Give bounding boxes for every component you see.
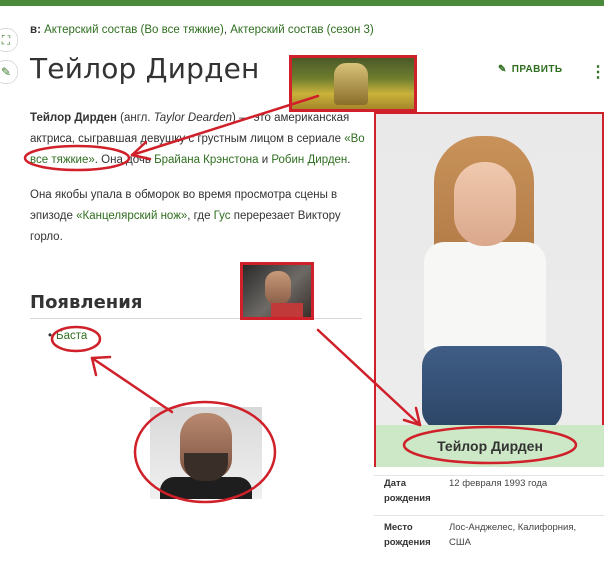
edit-button-label: ПРАВИТЬ: [511, 64, 563, 75]
article-paragraph-1: Тейлор Дирден (англ. Taylor Dearden) — э…: [30, 112, 365, 166]
actor-thumbnail: [240, 262, 314, 320]
infobox-row-birth-place: Место рождения Лос-Анджелес, Калифорния,…: [374, 515, 604, 550]
basta-photo: [150, 407, 262, 499]
categories-prefix: в:: [30, 24, 41, 36]
infobox-value: 12 февраля 1993 года: [449, 478, 548, 489]
list-item: Баста: [48, 330, 87, 342]
annotation-arrowhead-basta: [90, 355, 112, 377]
edit-button[interactable]: ✎ ПРАВИТЬ: [498, 64, 563, 75]
category-link-season-3-cast[interactable]: Актерский состав (сезон 3): [230, 24, 373, 36]
link-robin-dearden[interactable]: Робин Дирден: [271, 154, 347, 166]
article-body: Тейлор Дирден (англ. Taylor Dearden) — э…: [30, 108, 370, 262]
category-link-breaking-bad-cast[interactable]: Актерский состав (Во все тяжкие): [44, 24, 224, 36]
infobox-title: Тейлор Дирден: [374, 425, 604, 467]
infobox-photo: [374, 112, 604, 425]
left-rail: ⛶ ✎: [0, 14, 18, 94]
infobox: Тейлор Дирден Дата рождения 12 февраля 1…: [374, 112, 604, 561]
appearances-list: Баста: [48, 330, 87, 342]
edit-pencil-icon[interactable]: ✎: [0, 60, 18, 84]
pencil-icon: ✎: [498, 64, 507, 75]
kebab-menu-icon[interactable]: ⋮: [590, 62, 604, 82]
expand-icon[interactable]: ⛶: [0, 28, 18, 52]
link-box-cutter[interactable]: «Канцелярский нож»: [76, 210, 187, 222]
link-basta[interactable]: Баста: [56, 330, 87, 342]
article-paragraph-2: Она якобы упала в обморок во время просм…: [30, 189, 341, 243]
english-name: Taylor Dearden: [153, 112, 233, 124]
annotation-arrow-basta: [90, 356, 174, 414]
infobox-value: Лос-Анджелес, Калифорния, США: [449, 522, 577, 548]
link-bryan-cranston[interactable]: Брайана Крэнстона: [154, 154, 258, 166]
infobox-label: Дата рождения: [384, 478, 431, 504]
infobox-row-birth-date: Дата рождения 12 февраля 1993 года: [374, 475, 604, 506]
infobox-label: Место рождения: [384, 522, 431, 548]
categories-bar: в: Актерский состав (Во все тяжкие), Акт…: [30, 24, 374, 36]
page-title: Тейлор Дирден: [30, 52, 260, 85]
site-top-bar: [0, 0, 604, 6]
link-gus[interactable]: Гус: [214, 210, 231, 222]
subject-name: Тейлор Дирден: [30, 112, 117, 124]
breaking-bad-thumbnail: [289, 55, 417, 112]
